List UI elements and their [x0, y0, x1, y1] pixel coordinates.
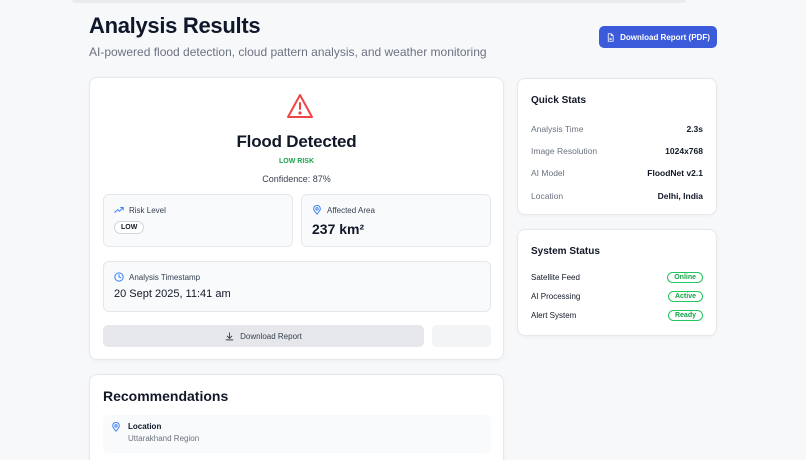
affected-area-tile: Affected Area 237 km² — [301, 194, 491, 247]
status-row: Satellite Feed Online — [531, 272, 703, 283]
warning-triangle-icon — [287, 94, 313, 118]
affected-area-value: 237 km² — [312, 221, 365, 237]
risk-level-label: Risk Level — [129, 205, 166, 215]
affected-area-label: Affected Area — [327, 205, 375, 215]
risk-level-tile: Risk Level LOW — [103, 194, 293, 247]
quick-stats-card: Quick Stats Analysis Time 2.3s Image Res… — [517, 78, 717, 215]
status-badge: Online — [667, 272, 703, 283]
download-report-button[interactable]: Download Report — [103, 325, 424, 347]
recommendation-title: Location — [128, 422, 162, 431]
stat-row: Image Resolution 1024x768 — [531, 146, 703, 156]
status-label: Alert System — [531, 311, 577, 320]
analysis-timestamp-tile: Analysis Timestamp 20 Sept 2025, 11:41 a… — [103, 261, 491, 312]
download-pdf-button[interactable]: Download Report (PDF) — [599, 26, 717, 48]
status-label: Satellite Feed — [531, 273, 580, 282]
recommendations-title: Recommendations — [103, 388, 229, 404]
download-icon — [225, 331, 234, 340]
system-status-title: System Status — [531, 246, 600, 257]
stat-row: Location Delhi, India — [531, 191, 703, 201]
document-icon — [607, 32, 614, 42]
stat-value: 2.3s — [686, 124, 703, 134]
stat-label: Analysis Time — [531, 124, 584, 134]
system-status-card: System Status Satellite Feed Online AI P… — [517, 229, 717, 336]
page-subtitle: AI-powered flood detection, cloud patter… — [89, 45, 487, 59]
result-title: Flood Detected — [236, 132, 357, 151]
status-row: Alert System Ready — [531, 310, 703, 321]
analysis-timestamp-label: Analysis Timestamp — [129, 272, 201, 282]
recommendation-item[interactable]: Location Uttarakhand Region — [103, 415, 491, 453]
risk-label: LOW RISK — [279, 158, 314, 165]
quick-stats-title: Quick Stats — [531, 95, 587, 106]
top-nav-edge — [72, 0, 686, 3]
analysis-result-card: Flood Detected LOW RISK Confidence: 87% … — [89, 77, 504, 360]
stat-label: AI Model — [531, 168, 565, 178]
stat-row: AI Model FloodNet v2.1 — [531, 168, 703, 178]
status-label: AI Processing — [531, 292, 581, 301]
stat-label: Location — [531, 191, 564, 201]
clock-icon — [114, 272, 124, 282]
status-row: AI Processing Active — [531, 291, 703, 302]
stat-value: Delhi, India — [657, 191, 703, 201]
map-pin-icon — [112, 422, 120, 432]
recommendation-subtitle: Uttarakhand Region — [128, 434, 200, 443]
analysis-timestamp-value: 20 Sept 2025, 11:41 am — [114, 288, 231, 300]
status-badge: Active — [667, 291, 703, 302]
stat-value: 1024x768 — [665, 146, 703, 156]
recommendations-card: Recommendations Location Uttarakhand Reg… — [89, 374, 504, 460]
stat-row: Analysis Time 2.3s — [531, 124, 703, 134]
download-report-label: Download Report — [240, 331, 302, 341]
trending-up-icon — [114, 207, 124, 213]
confidence-text: Confidence: 87% — [262, 174, 331, 184]
stat-value: FloodNet v2.1 — [647, 168, 703, 178]
secondary-action-button[interactable] — [432, 325, 491, 347]
status-badge: Ready — [667, 310, 703, 321]
stat-label: Image Resolution — [531, 146, 598, 156]
map-pin-icon — [313, 205, 321, 215]
risk-level-badge: LOW — [114, 221, 145, 234]
download-pdf-label: Download Report (PDF) — [620, 32, 710, 42]
page-title: Analysis Results — [89, 13, 261, 38]
